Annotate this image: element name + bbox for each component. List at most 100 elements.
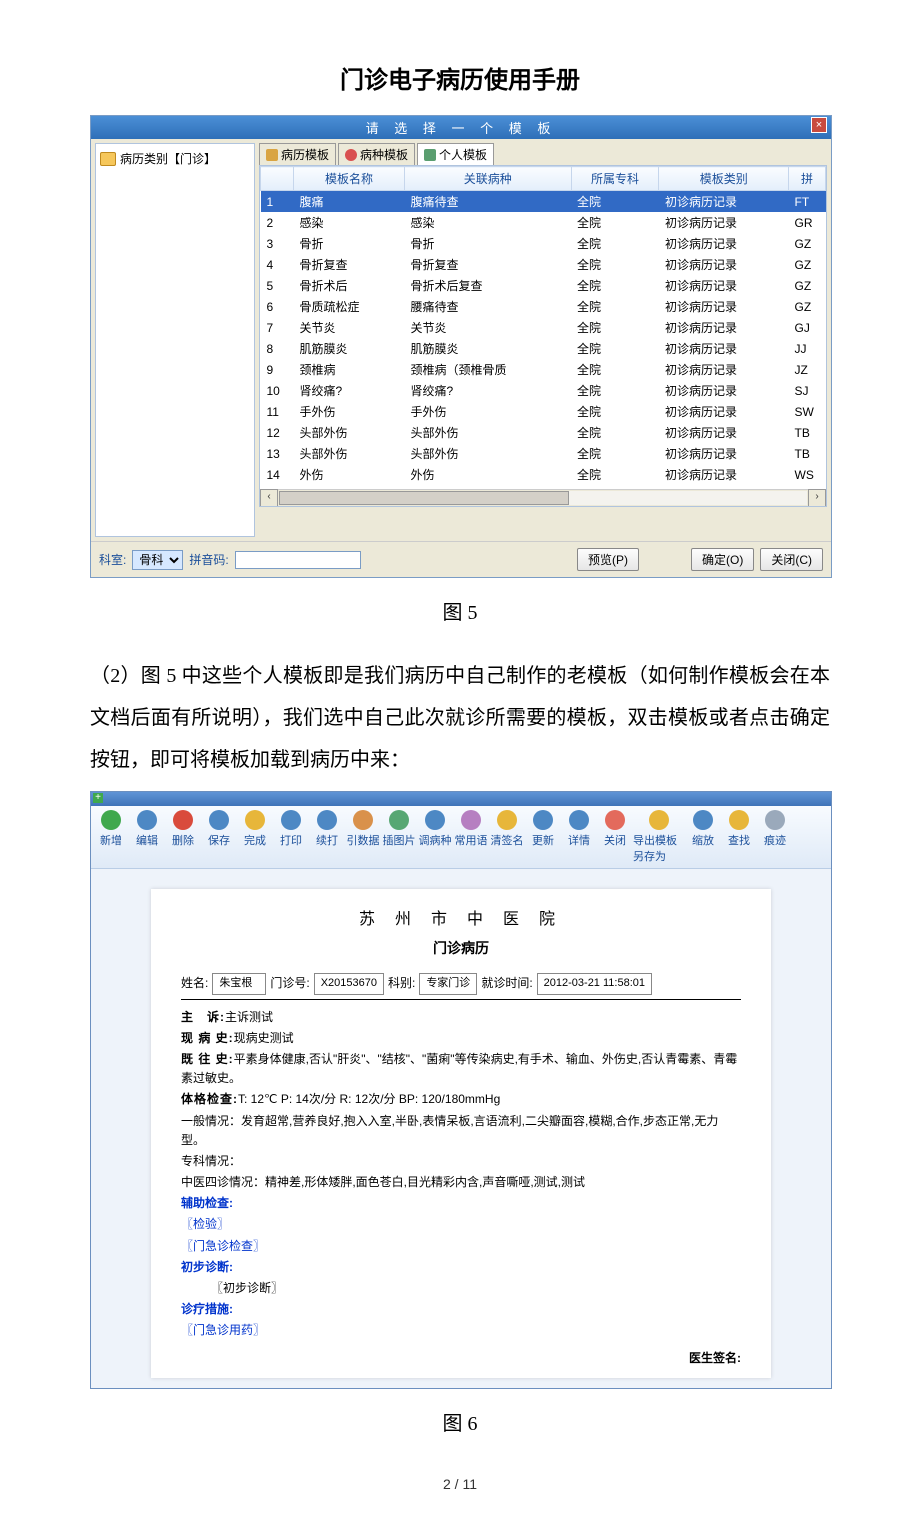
tool-保存[interactable]: 保存 [201,810,237,864]
tool-icon [245,810,265,830]
time-label: 就诊时间: [481,974,532,993]
table-row[interactable]: 4骨折复查骨折复查全院初诊病历记录GZ [261,254,826,275]
cell-name: 肾绞痛? [294,380,405,401]
dx-text[interactable]: 〖初步诊断〗 [181,1279,741,1298]
tab-label: 病历模板 [281,146,329,163]
tool-续打[interactable]: 续打 [309,810,345,864]
tool-icon [137,810,157,830]
tool-label: 删除 [172,832,194,848]
cell-type: 初诊病历记录 [659,443,789,464]
template-table[interactable]: 模板名称 关联病种 所属专科 模板类别 拼 1腹痛腹痛待查全院初诊病历记录FT2… [260,166,826,506]
tool-label: 引数据 [347,832,380,848]
table-row[interactable]: 12头部外伤头部外伤全院初诊病历记录TB [261,422,826,443]
cell-n: 2 [261,212,294,233]
tool-详情[interactable]: 详情 [561,810,597,864]
tool-icon [649,810,669,830]
tool-引数据[interactable]: 引数据 [345,810,381,864]
spec-text[interactable]: 专科情况： [181,1152,741,1171]
cell-name: 肌筋膜炎 [294,338,405,359]
pinyin-input[interactable] [235,551,361,569]
cell-type: 初诊病历记录 [659,212,789,233]
cell-n: 5 [261,275,294,296]
tool-导出模板另存为[interactable]: 导出模板另存为 [633,810,685,864]
scroll-left-icon[interactable]: ‹ [260,489,278,507]
tool-缩放[interactable]: 缩放 [685,810,721,864]
tool-新增[interactable]: 新增 [93,810,129,864]
table-row[interactable]: 14外伤外伤全院初诊病历记录WS [261,464,826,485]
cell-n: 4 [261,254,294,275]
tool-查找[interactable]: 查找 [721,810,757,864]
cell-dis: 感染 [405,212,572,233]
name-label: 姓名: [181,974,208,993]
cell-n: 6 [261,296,294,317]
general-text[interactable]: 一般情况：发育超常,营养良好,抱入入室,半卧,表情呆板,言语流利,二尖瓣面容,模… [181,1112,741,1150]
category-tree[interactable]: 病历类别【门诊】 [95,143,255,537]
tx-text[interactable]: 〖门急诊用药〗 [181,1321,741,1340]
tab-disease-template[interactable]: 病种模板 [338,143,415,165]
tool-icon [101,810,121,830]
tool-icon [209,810,229,830]
table-row[interactable]: 11手外伤手外伤全院初诊病历记录SW [261,401,826,422]
cell-type: 初诊病历记录 [659,191,789,213]
table-row[interactable]: 10肾绞痛?肾绞痛?全院初诊病历记录SJ [261,380,826,401]
tool-插图片[interactable]: 插图片 [381,810,417,864]
cell-n: 7 [261,317,294,338]
tool-调病种[interactable]: 调病种 [417,810,453,864]
tool-icon [461,810,481,830]
table-row[interactable]: 3骨折骨折全院初诊病历记录GZ [261,233,826,254]
tool-label: 调病种 [419,832,452,848]
table-row[interactable]: 13头部外伤头部外伤全院初诊病历记录TB [261,443,826,464]
tree-root-item[interactable]: 病历类别【门诊】 [100,150,250,167]
close-icon[interactable]: × [811,117,827,133]
tool-icon [605,810,625,830]
tool-删除[interactable]: 删除 [165,810,201,864]
cell-n: 11 [261,401,294,422]
tool-icon [281,810,301,830]
cell-dept: 全院 [571,296,659,317]
past-text[interactable]: 平素身体健康,否认"肝炎"、"结核"、"菌痢"等传染病史,有手术、输血、外伤史,… [181,1052,737,1085]
scroll-right-icon[interactable]: › [808,489,826,507]
dept-select[interactable]: 骨科 [132,550,183,570]
table-row[interactable]: 2感染感染全院初诊病历记录GR [261,212,826,233]
tool-更新[interactable]: 更新 [525,810,561,864]
cell-dept: 全院 [571,233,659,254]
tab-record-template[interactable]: 病历模板 [259,143,336,165]
close-button[interactable]: 关闭(C) [760,548,823,571]
cell-dept: 全院 [571,422,659,443]
tool-清签名[interactable]: 清签名 [489,810,525,864]
table-row[interactable]: 5骨折术后骨折术后复查全院初诊病历记录GZ [261,275,826,296]
scroll-track[interactable] [279,491,807,505]
tool-痕迹[interactable]: 痕迹 [757,810,793,864]
dept-value[interactable]: 专家门诊 [419,973,477,995]
cell-name: 骨质疏松症 [294,296,405,317]
table-row[interactable]: 6骨质疏松症腰痛待查全院初诊病历记录GZ [261,296,826,317]
exam-text[interactable]: T: 12℃ P: 14次/分 R: 12次/分 BP: 120/180mmHg [238,1092,500,1106]
aux-exam[interactable]: 〖门急诊检查〗 [181,1237,741,1256]
cell-dept: 全院 [571,338,659,359]
h-scrollbar[interactable]: ‹ › [260,489,826,506]
table-row[interactable]: 1腹痛腹痛待查全院初诊病历记录FT [261,191,826,213]
ok-button[interactable]: 确定(O) [691,548,754,571]
table-row[interactable]: 7关节炎关节炎全院初诊病历记录GJ [261,317,826,338]
plus-icon[interactable]: + [93,793,103,803]
id-value[interactable]: X20153670 [314,973,384,995]
tool-完成[interactable]: 完成 [237,810,273,864]
time-value[interactable]: 2012-03-21 11:58:01 [537,973,652,995]
scroll-thumb[interactable] [279,491,569,505]
tool-常用语[interactable]: 常用语 [453,810,489,864]
chief-text[interactable]: 主诉测试 [225,1010,273,1024]
name-value[interactable]: 朱宝根 [212,973,266,995]
cell-n: 3 [261,233,294,254]
tool-编辑[interactable]: 编辑 [129,810,165,864]
tool-打印[interactable]: 打印 [273,810,309,864]
tab-personal-template[interactable]: 个人模板 [417,143,494,165]
table-row[interactable]: 9颈椎病颈椎病（颈椎骨质全院初诊病历记录JZ [261,359,826,380]
aux-lab[interactable]: 〖检验〗 [181,1215,741,1234]
table-row[interactable]: 8肌筋膜炎肌筋膜炎全院初诊病历记录JJ [261,338,826,359]
tcm-text[interactable]: 中医四诊情况：精神差,形体矮胖,面色苍白,目光精彩内含,声音嘶哑,测试,测试 [181,1173,741,1192]
cell-py: JJ [789,338,826,359]
tool-icon [173,810,193,830]
preview-button[interactable]: 预览(P) [577,548,639,571]
tool-关闭[interactable]: 关闭 [597,810,633,864]
present-text[interactable]: 现病史测试 [234,1031,294,1045]
